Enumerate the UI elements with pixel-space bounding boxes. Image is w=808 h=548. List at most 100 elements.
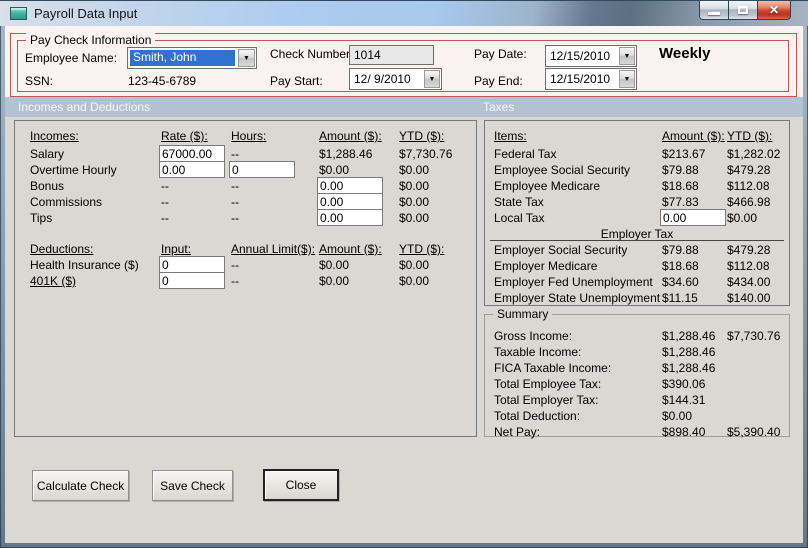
deduction-401k-link[interactable]: 401K ($) <box>30 274 76 288</box>
calculate-check-button[interactable]: Calculate Check <box>32 470 129 501</box>
summary-row-gross: Gross Income: $1,288.46 $7,730.76 <box>485 329 789 345</box>
maximize-button[interactable] <box>729 1 757 20</box>
tips-amount-input[interactable] <box>317 209 383 226</box>
income-hours: -- <box>231 179 239 193</box>
summary-ytd: $7,730.76 <box>727 329 781 343</box>
salary-rate-input[interactable] <box>159 145 225 162</box>
income-label: Commissions <box>30 195 103 209</box>
hours-col-header: Hours: <box>231 129 267 143</box>
deduction-amount: $0.00 <box>319 258 350 272</box>
income-label: Salary <box>30 147 65 161</box>
summary-row-total-employer-tax: Total Employer Tax: $144.31 <box>485 393 789 409</box>
pay-start-dropdown-icon[interactable]: ▼ <box>424 70 440 88</box>
annual-limit-col-header: Annual Limit($): <box>231 242 316 256</box>
summary-amount: $1,288.46 <box>662 361 716 375</box>
section-header-bar: Incomes and Deductions Taxes <box>5 97 803 117</box>
overtime-rate-input[interactable] <box>159 161 225 178</box>
local-tax-input[interactable] <box>660 209 726 226</box>
tax-label: Employee Medicare <box>494 179 601 193</box>
check-number-field[interactable]: 1014 <box>349 45 434 65</box>
commissions-amount-input[interactable] <box>317 193 383 210</box>
income-row-tips: Tips -- -- $0.00 <box>15 209 476 227</box>
pay-start-datepicker[interactable]: 12/ 9/2010 ▼ <box>349 68 442 90</box>
bonus-amount-input[interactable] <box>317 177 383 194</box>
deduction-row-401k: 401K ($) -- $0.00 $0.00 <box>15 272 476 290</box>
summary-label-text: Taxable Income: <box>494 345 582 359</box>
close-window-button[interactable]: ✕ <box>757 1 791 20</box>
summary-row-total-employee-tax: Total Employee Tax: $390.06 <box>485 377 789 393</box>
pay-end-label: Pay End: <box>474 74 523 88</box>
pay-start-value: 12/ 9/2010 <box>354 72 411 86</box>
tax-label: Employer Medicare <box>494 259 598 273</box>
deduction-row-health-insurance: Health Insurance ($) -- $0.00 $0.00 <box>15 256 476 274</box>
tax-row-federal: Federal Tax $213.67 $1,282.02 <box>485 147 789 163</box>
tax-amount: $77.83 <box>662 195 699 209</box>
income-hours: -- <box>231 211 239 225</box>
incomes-header-row: Incomes: Rate ($): Hours: Amount ($): YT… <box>15 129 476 145</box>
tax-row-local: Local Tax $0.00 <box>485 209 789 227</box>
summary-group-label: Summary <box>493 307 553 321</box>
income-label: Overtime Hourly <box>30 163 117 177</box>
income-amount: $1,288.46 <box>319 147 373 161</box>
income-row-commissions: Commissions -- -- $0.00 <box>15 193 476 211</box>
summary-amount: $898.40 <box>662 425 706 439</box>
tax-row-employer-ss: Employer Social Security $79.88 $479.28 <box>485 243 789 259</box>
minimize-button[interactable] <box>699 1 729 20</box>
summary-label-text: Net Pay: <box>494 425 541 439</box>
pay-end-datepicker[interactable]: 12/15/2010 ▼ <box>545 68 637 90</box>
pay-date-datepicker[interactable]: 12/15/2010 ▼ <box>545 45 637 67</box>
income-ytd: $7,730.76 <box>399 147 453 161</box>
summary-label-text: FICA Taxable Income: <box>494 361 612 375</box>
ssn-value: 123-45-6789 <box>128 74 197 88</box>
income-rate: -- <box>161 211 169 225</box>
incomes-col-header: Incomes: <box>30 129 79 143</box>
tax-amount: $18.68 <box>662 259 699 273</box>
ytd-col-header: YTD ($): <box>399 129 445 143</box>
pay-date-dropdown-icon[interactable]: ▼ <box>619 47 635 65</box>
income-label: Tips <box>30 211 53 225</box>
income-row-overtime: Overtime Hourly $0.00 $0.00 <box>15 161 476 179</box>
payroll-window: Payroll Data Input ✕ Pay Check Informati… <box>0 0 808 548</box>
save-check-button[interactable]: Save Check <box>152 470 233 501</box>
tax-ytd: $112.08 <box>727 179 770 193</box>
tax-amount: $79.88 <box>662 243 699 257</box>
overtime-hours-input[interactable] <box>229 161 295 178</box>
pay-frequency-label: Weekly <box>659 45 711 62</box>
401k-input[interactable] <box>159 272 225 289</box>
ytd-col-header: YTD ($): <box>727 129 773 143</box>
employee-name-dropdown-icon[interactable]: ▼ <box>238 49 255 67</box>
tax-row-employer-medicare: Employer Medicare $18.68 $112.08 <box>485 259 789 275</box>
pay-start-label: Pay Start: <box>270 74 323 88</box>
close-button[interactable]: Close <box>263 469 339 501</box>
title-bar[interactable]: Payroll Data Input ✕ <box>0 0 808 26</box>
tax-ytd: $434.00 <box>727 275 771 289</box>
employee-name-combobox[interactable]: Smith, John ▼ <box>127 47 257 69</box>
summary-row-net-pay: Net Pay: $898.40 $5,390.40 <box>485 425 789 441</box>
tax-amount: $79.88 <box>662 163 699 177</box>
deduction-limit: -- <box>231 258 239 272</box>
tax-row-employer-fed-unemployment: Employer Fed Unemployment $34.60 $434.00 <box>485 275 789 291</box>
income-rate: -- <box>161 195 169 209</box>
pay-end-dropdown-icon[interactable]: ▼ <box>619 70 635 88</box>
taxes-header-row: Items: Amount ($): YTD ($): <box>485 129 789 145</box>
income-rate: -- <box>161 179 169 193</box>
employee-name-value: Smith, John <box>130 50 235 66</box>
incomes-deductions-panel: Incomes: Rate ($): Hours: Amount ($): YT… <box>14 120 477 437</box>
summary-label-text: Total Deduction: <box>494 409 581 423</box>
health-insurance-input[interactable] <box>159 256 225 273</box>
ytd-col-header: YTD ($): <box>399 242 445 256</box>
rate-col-header: Rate ($): <box>161 129 208 143</box>
pay-end-value: 12/15/2010 <box>550 72 611 86</box>
tax-label: Employer Social Security <box>494 243 628 257</box>
input-col-header: Input: <box>161 242 192 256</box>
summary-row-taxable: Taxable Income: $1,288.46 <box>485 345 789 361</box>
employer-tax-heading: Employer Tax <box>600 227 674 241</box>
items-col-header: Items: <box>494 129 527 143</box>
check-number-label: Check Number: <box>270 47 354 61</box>
tax-label: Local Tax <box>494 211 545 225</box>
tax-ytd: $0.00 <box>727 211 758 225</box>
taxes-panel: Items: Amount ($): YTD ($): Federal Tax … <box>484 120 790 306</box>
client-area: Pay Check Information Employee Name: Smi… <box>5 26 803 543</box>
close-icon: ✕ <box>768 3 780 17</box>
tax-ytd: $1,282.02 <box>727 147 781 161</box>
